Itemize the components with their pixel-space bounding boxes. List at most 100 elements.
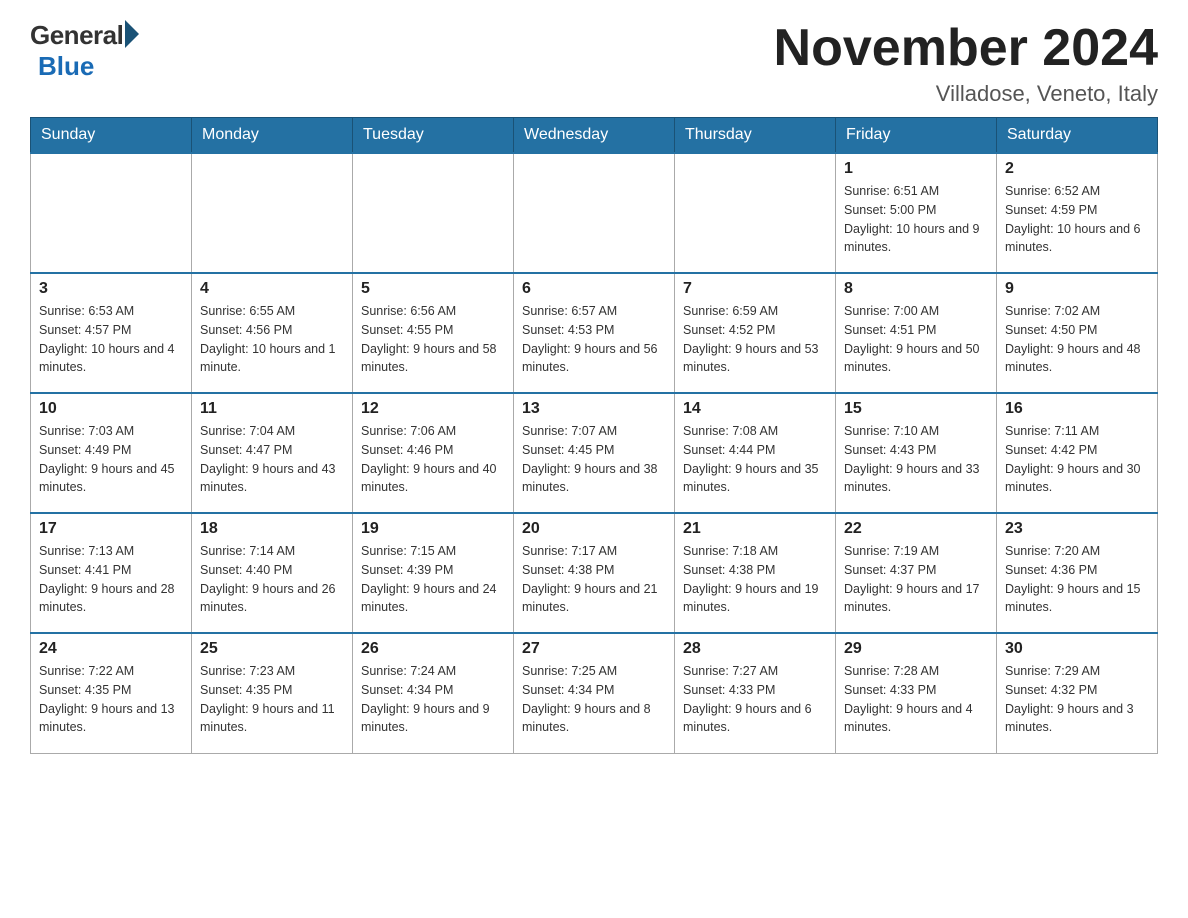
day-info: Sunrise: 7:17 AMSunset: 4:38 PMDaylight:… [522, 542, 666, 617]
day-info: Sunrise: 7:27 AMSunset: 4:33 PMDaylight:… [683, 662, 827, 737]
day-number: 28 [683, 640, 827, 658]
day-number: 24 [39, 640, 183, 658]
day-info: Sunrise: 7:06 AMSunset: 4:46 PMDaylight:… [361, 422, 505, 497]
day-info: Sunrise: 7:10 AMSunset: 4:43 PMDaylight:… [844, 422, 988, 497]
day-number: 27 [522, 640, 666, 658]
day-of-week-header: Tuesday [353, 118, 514, 154]
calendar-day-cell: 11Sunrise: 7:04 AMSunset: 4:47 PMDayligh… [192, 393, 353, 513]
calendar-week-row: 10Sunrise: 7:03 AMSunset: 4:49 PMDayligh… [31, 393, 1158, 513]
logo-blue-text: Blue [38, 51, 94, 82]
day-info: Sunrise: 7:28 AMSunset: 4:33 PMDaylight:… [844, 662, 988, 737]
day-number: 1 [844, 160, 988, 178]
day-number: 22 [844, 520, 988, 538]
day-info: Sunrise: 7:24 AMSunset: 4:34 PMDaylight:… [361, 662, 505, 737]
day-of-week-header: Friday [836, 118, 997, 154]
day-number: 5 [361, 280, 505, 298]
day-number: 9 [1005, 280, 1149, 298]
month-title: November 2024 [774, 20, 1158, 77]
calendar-week-row: 3 Sunrise: 6:53 AMSunset: 4:57 PMDaylight… [31, 273, 1158, 393]
calendar-day-cell: 29 Sunrise: 7:28 AMSunset: 4:33 PMDayligh… [836, 633, 997, 753]
day-info: Sunrise: 7:15 AMSunset: 4:39 PMDaylight:… [361, 542, 505, 617]
calendar-day-cell: 1 Sunrise: 6:51 AMSunset: 5:00 PMDaylight… [836, 153, 997, 273]
day-of-week-header: Sunday [31, 118, 192, 154]
calendar-day-cell: 6 Sunrise: 6:57 AMSunset: 4:53 PMDaylight… [514, 273, 675, 393]
calendar-day-cell: 14 Sunrise: 7:08 AMSunset: 4:44 PMDayligh… [675, 393, 836, 513]
day-info: Sunrise: 6:52 AMSunset: 4:59 PMDaylight:… [1005, 182, 1149, 257]
day-info: Sunrise: 6:55 AMSunset: 4:56 PMDaylight:… [200, 302, 344, 377]
day-info: Sunrise: 6:57 AMSunset: 4:53 PMDaylight:… [522, 302, 666, 377]
calendar-day-cell: 5 Sunrise: 6:56 AMSunset: 4:55 PMDaylight… [353, 273, 514, 393]
day-number: 7 [683, 280, 827, 298]
page-header: General Blue November 2024 Villadose, Ve… [30, 20, 1158, 107]
day-number: 21 [683, 520, 827, 538]
calendar-day-cell [31, 153, 192, 273]
day-number: 26 [361, 640, 505, 658]
day-info: Sunrise: 7:23 AMSunset: 4:35 PMDaylight:… [200, 662, 344, 737]
day-info: Sunrise: 7:02 AMSunset: 4:50 PMDaylight:… [1005, 302, 1149, 377]
location-subtitle: Villadose, Veneto, Italy [774, 81, 1158, 107]
day-number: 13 [522, 400, 666, 418]
day-info: Sunrise: 7:29 AMSunset: 4:32 PMDaylight:… [1005, 662, 1149, 737]
day-number: 3 [39, 280, 183, 298]
day-number: 20 [522, 520, 666, 538]
day-number: 19 [361, 520, 505, 538]
day-number: 14 [683, 400, 827, 418]
calendar-day-cell: 19 Sunrise: 7:15 AMSunset: 4:39 PMDayligh… [353, 513, 514, 633]
calendar-day-cell: 23 Sunrise: 7:20 AMSunset: 4:36 PMDayligh… [997, 513, 1158, 633]
day-info: Sunrise: 7:04 AMSunset: 4:47 PMDaylight:… [200, 422, 344, 497]
day-info: Sunrise: 7:20 AMSunset: 4:36 PMDaylight:… [1005, 542, 1149, 617]
day-info: Sunrise: 7:22 AMSunset: 4:35 PMDaylight:… [39, 662, 183, 737]
day-info: Sunrise: 6:51 AMSunset: 5:00 PMDaylight:… [844, 182, 988, 257]
calendar-day-cell: 16Sunrise: 7:11 AMSunset: 4:42 PMDayligh… [997, 393, 1158, 513]
calendar-day-cell: 20 Sunrise: 7:17 AMSunset: 4:38 PMDayligh… [514, 513, 675, 633]
day-info: Sunrise: 7:14 AMSunset: 4:40 PMDaylight:… [200, 542, 344, 617]
calendar-week-row: 17Sunrise: 7:13 AMSunset: 4:41 PMDayligh… [31, 513, 1158, 633]
day-info: Sunrise: 7:00 AMSunset: 4:51 PMDaylight:… [844, 302, 988, 377]
day-number: 2 [1005, 160, 1149, 178]
calendar-day-cell: 25 Sunrise: 7:23 AMSunset: 4:35 PMDayligh… [192, 633, 353, 753]
calendar-header-row: SundayMondayTuesdayWednesdayThursdayFrid… [31, 118, 1158, 154]
calendar-day-cell [514, 153, 675, 273]
calendar-table: SundayMondayTuesdayWednesdayThursdayFrid… [30, 117, 1158, 754]
day-info: Sunrise: 7:19 AMSunset: 4:37 PMDaylight:… [844, 542, 988, 617]
day-of-week-header: Monday [192, 118, 353, 154]
day-number: 15 [844, 400, 988, 418]
calendar-day-cell: 7 Sunrise: 6:59 AMSunset: 4:52 PMDaylight… [675, 273, 836, 393]
day-number: 23 [1005, 520, 1149, 538]
calendar-day-cell: 3 Sunrise: 6:53 AMSunset: 4:57 PMDaylight… [31, 273, 192, 393]
calendar-day-cell [353, 153, 514, 273]
day-of-week-header: Thursday [675, 118, 836, 154]
calendar-day-cell [675, 153, 836, 273]
calendar-day-cell: 26 Sunrise: 7:24 AMSunset: 4:34 PMDayligh… [353, 633, 514, 753]
calendar-day-cell: 8 Sunrise: 7:00 AMSunset: 4:51 PMDaylight… [836, 273, 997, 393]
title-section: November 2024 Villadose, Veneto, Italy [774, 20, 1158, 107]
day-info: Sunrise: 6:53 AMSunset: 4:57 PMDaylight:… [39, 302, 183, 377]
calendar-day-cell: 4 Sunrise: 6:55 AMSunset: 4:56 PMDaylight… [192, 273, 353, 393]
day-number: 4 [200, 280, 344, 298]
calendar-week-row: 1 Sunrise: 6:51 AMSunset: 5:00 PMDaylight… [31, 153, 1158, 273]
calendar-day-cell: 15 Sunrise: 7:10 AMSunset: 4:43 PMDayligh… [836, 393, 997, 513]
day-info: Sunrise: 7:08 AMSunset: 4:44 PMDaylight:… [683, 422, 827, 497]
calendar-day-cell: 12 Sunrise: 7:06 AMSunset: 4:46 PMDayligh… [353, 393, 514, 513]
day-info: Sunrise: 7:18 AMSunset: 4:38 PMDaylight:… [683, 542, 827, 617]
calendar-day-cell: 2 Sunrise: 6:52 AMSunset: 4:59 PMDaylight… [997, 153, 1158, 273]
calendar-day-cell: 18 Sunrise: 7:14 AMSunset: 4:40 PMDayligh… [192, 513, 353, 633]
day-info: Sunrise: 7:25 AMSunset: 4:34 PMDaylight:… [522, 662, 666, 737]
day-info: Sunrise: 6:59 AMSunset: 4:52 PMDaylight:… [683, 302, 827, 377]
calendar-day-cell: 22 Sunrise: 7:19 AMSunset: 4:37 PMDayligh… [836, 513, 997, 633]
day-number: 25 [200, 640, 344, 658]
day-number: 29 [844, 640, 988, 658]
day-number: 10 [39, 400, 183, 418]
calendar-day-cell: 21 Sunrise: 7:18 AMSunset: 4:38 PMDayligh… [675, 513, 836, 633]
day-number: 16 [1005, 400, 1149, 418]
day-info: Sunrise: 7:13 AMSunset: 4:41 PMDaylight:… [39, 542, 183, 617]
calendar-day-cell: 28 Sunrise: 7:27 AMSunset: 4:33 PMDayligh… [675, 633, 836, 753]
day-number: 6 [522, 280, 666, 298]
day-info: Sunrise: 6:56 AMSunset: 4:55 PMDaylight:… [361, 302, 505, 377]
day-number: 8 [844, 280, 988, 298]
day-number: 30 [1005, 640, 1149, 658]
day-of-week-header: Wednesday [514, 118, 675, 154]
day-number: 18 [200, 520, 344, 538]
day-number: 12 [361, 400, 505, 418]
calendar-day-cell: 27 Sunrise: 7:25 AMSunset: 4:34 PMDayligh… [514, 633, 675, 753]
